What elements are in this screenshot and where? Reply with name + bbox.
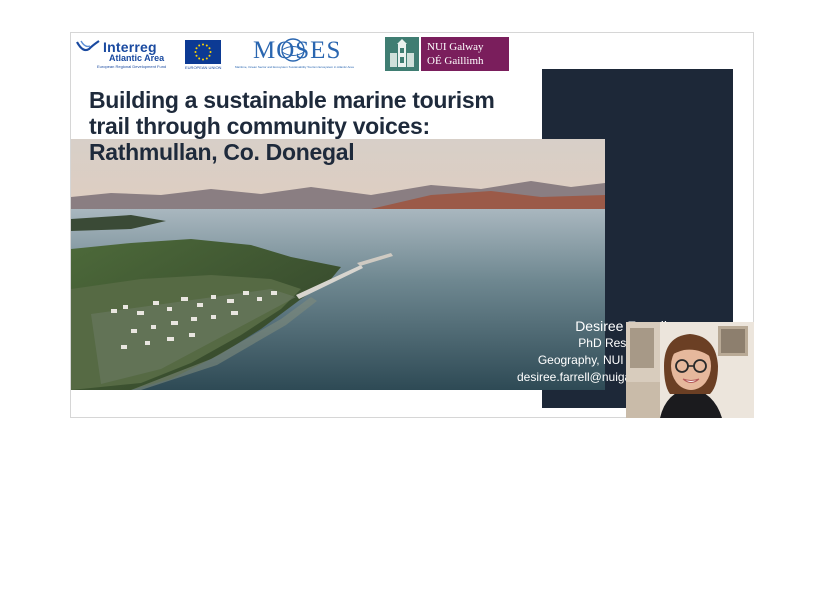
nui-irish-name: OÉ Gaillimh bbox=[427, 55, 484, 67]
moses-tagline: Maritime, Ocean Sector and Ecosystem Sus… bbox=[235, 65, 354, 69]
interreg-region: Atlantic Area bbox=[109, 53, 165, 63]
interreg-logo: Interreg Atlantic Area European Regional… bbox=[75, 39, 181, 71]
interreg-swoosh-icon bbox=[75, 39, 101, 55]
slide-title-line-3: Rathmullan, Co. Donegal bbox=[89, 139, 355, 165]
nui-english-name: NUI Galway bbox=[427, 41, 484, 53]
presenter-webcam-video[interactable] bbox=[626, 322, 754, 418]
nui-quadrangle-tower-icon bbox=[385, 37, 419, 71]
slide-title-line-2: trail through community voices: bbox=[89, 113, 430, 139]
eu-flag-icon bbox=[185, 40, 221, 64]
slide-title-line-1: Building a sustainable marine tourism bbox=[89, 87, 495, 113]
logo-bar: Interreg Atlantic Area European Regional… bbox=[75, 35, 515, 73]
screen: Interreg Atlantic Area European Regional… bbox=[0, 0, 836, 597]
interreg-fund: European Regional Development Fund bbox=[97, 64, 167, 69]
nui-galway-wordmark: NUI Galway OÉ Gaillimh bbox=[421, 37, 509, 71]
slide-title: Building a sustainable marine tourism tr… bbox=[89, 87, 549, 165]
moses-logo: MOSES Maritime, Ocean Sector and Ecosyst… bbox=[235, 35, 385, 73]
eu-caption: EUROPEAN UNION bbox=[185, 65, 222, 70]
